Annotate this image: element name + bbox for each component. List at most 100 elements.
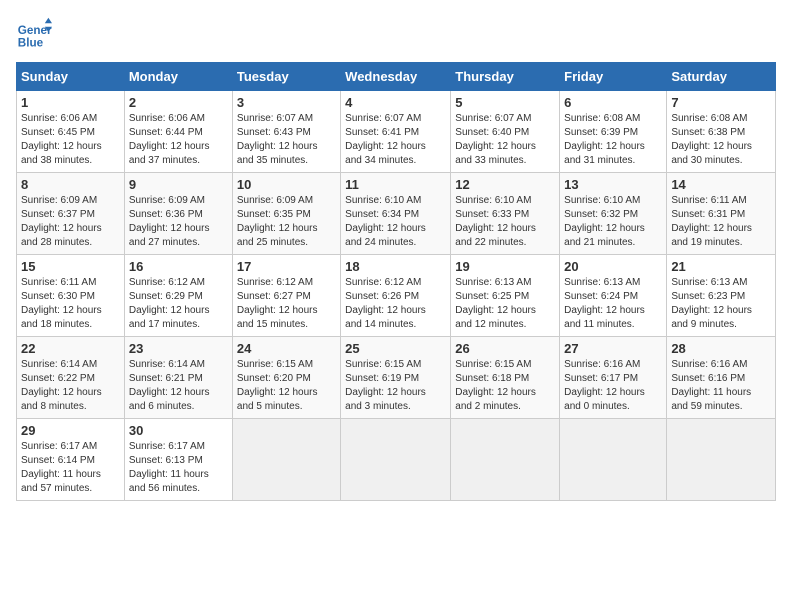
day-number: 18 [345, 259, 446, 274]
day-number: 4 [345, 95, 446, 110]
day-info: Sunrise: 6:09 AM Sunset: 6:36 PM Dayligh… [129, 194, 228, 250]
day-info: Sunrise: 6:11 AM Sunset: 6:30 PM Dayligh… [21, 276, 120, 332]
day-info: Sunrise: 6:09 AM Sunset: 6:35 PM Dayligh… [237, 194, 336, 250]
day-number: 13 [564, 177, 662, 192]
week-row-3: 15 Sunrise: 6:11 AM Sunset: 6:30 PM Dayli… [17, 255, 776, 337]
header-cell-tuesday: Tuesday [232, 63, 340, 91]
day-number: 8 [21, 177, 120, 192]
day-number: 15 [21, 259, 120, 274]
day-number: 10 [237, 177, 336, 192]
calendar-cell: 28Sunrise: 6:16 AM Sunset: 6:16 PM Dayli… [667, 337, 776, 419]
day-info: Sunrise: 6:16 AM Sunset: 6:16 PM Dayligh… [671, 358, 771, 414]
calendar-cell: 3 Sunrise: 6:07 AM Sunset: 6:43 PM Daylig… [232, 91, 340, 173]
calendar-cell: 9 Sunrise: 6:09 AM Sunset: 6:36 PM Daylig… [124, 173, 232, 255]
day-number: 21 [671, 259, 771, 274]
page-header: General Blue [16, 16, 776, 52]
calendar-header: SundayMondayTuesdayWednesdayThursdayFrid… [17, 63, 776, 91]
day-number: 29 [21, 423, 120, 438]
calendar-cell: 18 Sunrise: 6:12 AM Sunset: 6:26 PM Dayli… [341, 255, 451, 337]
svg-text:General: General [18, 24, 52, 37]
calendar-cell: 21 Sunrise: 6:13 AM Sunset: 6:23 PM Dayli… [667, 255, 776, 337]
day-number: 26 [455, 341, 555, 356]
calendar-cell: 2Sunrise: 6:06 AM Sunset: 6:44 PM Daylig… [124, 91, 232, 173]
day-info: Sunrise: 6:06 AM Sunset: 6:45 PM Dayligh… [21, 112, 120, 168]
day-info: Sunrise: 6:08 AM Sunset: 6:39 PM Dayligh… [564, 112, 662, 168]
week-row-1: 1 Sunrise: 6:06 AM Sunset: 6:45 PM Daylig… [17, 91, 776, 173]
day-number: 16 [129, 259, 228, 274]
day-number: 5 [455, 95, 555, 110]
calendar-cell: 23 Sunrise: 6:14 AM Sunset: 6:21 PM Dayli… [124, 337, 232, 419]
day-info: Sunrise: 6:12 AM Sunset: 6:27 PM Dayligh… [237, 276, 336, 332]
calendar-table: SundayMondayTuesdayWednesdayThursdayFrid… [16, 62, 776, 501]
day-info: Sunrise: 6:07 AM Sunset: 6:41 PM Dayligh… [345, 112, 446, 168]
day-number: 11 [345, 177, 446, 192]
calendar-cell: 29 Sunrise: 6:17 AM Sunset: 6:14 PM Dayli… [17, 419, 125, 501]
day-number: 1 [21, 95, 120, 110]
day-number: 25 [345, 341, 446, 356]
day-info: Sunrise: 6:14 AM Sunset: 6:21 PM Dayligh… [129, 358, 228, 414]
day-number: 12 [455, 177, 555, 192]
header-cell-monday: Monday [124, 63, 232, 91]
calendar-cell [341, 419, 451, 501]
day-number: 24 [237, 341, 336, 356]
calendar-cell: 7Sunrise: 6:08 AM Sunset: 6:38 PM Daylig… [667, 91, 776, 173]
calendar-cell: 16 Sunrise: 6:12 AM Sunset: 6:29 PM Dayli… [124, 255, 232, 337]
day-info: Sunrise: 6:12 AM Sunset: 6:29 PM Dayligh… [129, 276, 228, 332]
day-info: Sunrise: 6:10 AM Sunset: 6:32 PM Dayligh… [564, 194, 662, 250]
calendar-cell: 13 Sunrise: 6:10 AM Sunset: 6:32 PM Dayli… [560, 173, 667, 255]
week-row-5: 29 Sunrise: 6:17 AM Sunset: 6:14 PM Dayli… [17, 419, 776, 501]
calendar-cell [667, 419, 776, 501]
calendar-cell: 15 Sunrise: 6:11 AM Sunset: 6:30 PM Dayli… [17, 255, 125, 337]
logo: General Blue [16, 16, 52, 52]
day-info: Sunrise: 6:08 AM Sunset: 6:38 PM Dayligh… [671, 112, 771, 168]
header-row: SundayMondayTuesdayWednesdayThursdayFrid… [17, 63, 776, 91]
calendar-cell: 1 Sunrise: 6:06 AM Sunset: 6:45 PM Daylig… [17, 91, 125, 173]
day-info: Sunrise: 6:13 AM Sunset: 6:23 PM Dayligh… [671, 276, 771, 332]
day-info: Sunrise: 6:07 AM Sunset: 6:43 PM Dayligh… [237, 112, 336, 168]
day-info: Sunrise: 6:13 AM Sunset: 6:24 PM Dayligh… [564, 276, 662, 332]
day-number: 9 [129, 177, 228, 192]
calendar-cell: 20 Sunrise: 6:13 AM Sunset: 6:24 PM Dayli… [560, 255, 667, 337]
logo-icon: General Blue [16, 16, 52, 52]
day-number: 27 [564, 341, 662, 356]
calendar-cell [560, 419, 667, 501]
day-info: Sunrise: 6:15 AM Sunset: 6:18 PM Dayligh… [455, 358, 555, 414]
calendar-cell: 25 Sunrise: 6:15 AM Sunset: 6:19 PM Dayli… [341, 337, 451, 419]
day-info: Sunrise: 6:12 AM Sunset: 6:26 PM Dayligh… [345, 276, 446, 332]
calendar-cell [451, 419, 560, 501]
day-number: 2 [129, 95, 228, 110]
day-number: 22 [21, 341, 120, 356]
calendar-cell: 14 Sunrise: 6:11 AM Sunset: 6:31 PM Dayli… [667, 173, 776, 255]
day-info: Sunrise: 6:10 AM Sunset: 6:34 PM Dayligh… [345, 194, 446, 250]
calendar-cell: 11 Sunrise: 6:10 AM Sunset: 6:34 PM Dayli… [341, 173, 451, 255]
day-info: Sunrise: 6:15 AM Sunset: 6:19 PM Dayligh… [345, 358, 446, 414]
day-number: 17 [237, 259, 336, 274]
calendar-cell: 12 Sunrise: 6:10 AM Sunset: 6:33 PM Dayli… [451, 173, 560, 255]
calendar-cell: 8 Sunrise: 6:09 AM Sunset: 6:37 PM Daylig… [17, 173, 125, 255]
header-cell-wednesday: Wednesday [341, 63, 451, 91]
day-info: Sunrise: 6:13 AM Sunset: 6:25 PM Dayligh… [455, 276, 555, 332]
header-cell-sunday: Sunday [17, 63, 125, 91]
day-info: Sunrise: 6:17 AM Sunset: 6:14 PM Dayligh… [21, 440, 120, 496]
header-cell-thursday: Thursday [451, 63, 560, 91]
day-info: Sunrise: 6:09 AM Sunset: 6:37 PM Dayligh… [21, 194, 120, 250]
calendar-cell: 4 Sunrise: 6:07 AM Sunset: 6:41 PM Daylig… [341, 91, 451, 173]
day-info: Sunrise: 6:10 AM Sunset: 6:33 PM Dayligh… [455, 194, 555, 250]
week-row-4: 22 Sunrise: 6:14 AM Sunset: 6:22 PM Dayli… [17, 337, 776, 419]
header-cell-saturday: Saturday [667, 63, 776, 91]
day-info: Sunrise: 6:11 AM Sunset: 6:31 PM Dayligh… [671, 194, 771, 250]
day-number: 14 [671, 177, 771, 192]
calendar-cell: 6Sunrise: 6:08 AM Sunset: 6:39 PM Daylig… [560, 91, 667, 173]
calendar-cell: 24 Sunrise: 6:15 AM Sunset: 6:20 PM Dayli… [232, 337, 340, 419]
day-number: 19 [455, 259, 555, 274]
day-info: Sunrise: 6:14 AM Sunset: 6:22 PM Dayligh… [21, 358, 120, 414]
day-info: Sunrise: 6:15 AM Sunset: 6:20 PM Dayligh… [237, 358, 336, 414]
week-row-2: 8 Sunrise: 6:09 AM Sunset: 6:37 PM Daylig… [17, 173, 776, 255]
calendar-cell: 5Sunrise: 6:07 AM Sunset: 6:40 PM Daylig… [451, 91, 560, 173]
day-number: 3 [237, 95, 336, 110]
day-number: 20 [564, 259, 662, 274]
day-number: 23 [129, 341, 228, 356]
calendar-body: 1 Sunrise: 6:06 AM Sunset: 6:45 PM Daylig… [17, 91, 776, 501]
day-number: 30 [129, 423, 228, 438]
calendar-cell: 30Sunrise: 6:17 AM Sunset: 6:13 PM Dayli… [124, 419, 232, 501]
